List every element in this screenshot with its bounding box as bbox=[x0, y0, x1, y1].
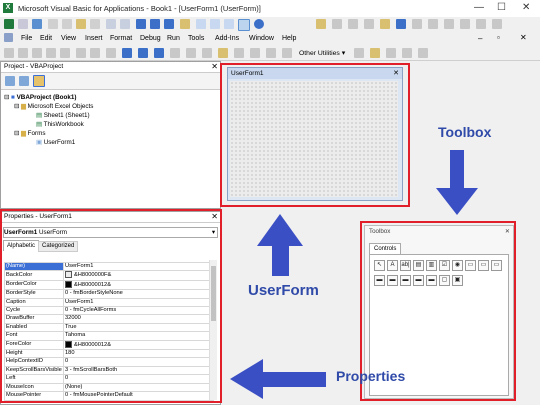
properties-annotation: Properties bbox=[336, 368, 406, 384]
toolbox-arrow-icon bbox=[436, 150, 478, 215]
userform-arrow-icon bbox=[257, 214, 303, 276]
annotation-arrows bbox=[230, 150, 478, 399]
properties-arrow-icon bbox=[230, 359, 326, 399]
userform-annotation: UserForm bbox=[248, 282, 319, 299]
toolbox-annotation: Toolbox bbox=[438, 124, 492, 140]
